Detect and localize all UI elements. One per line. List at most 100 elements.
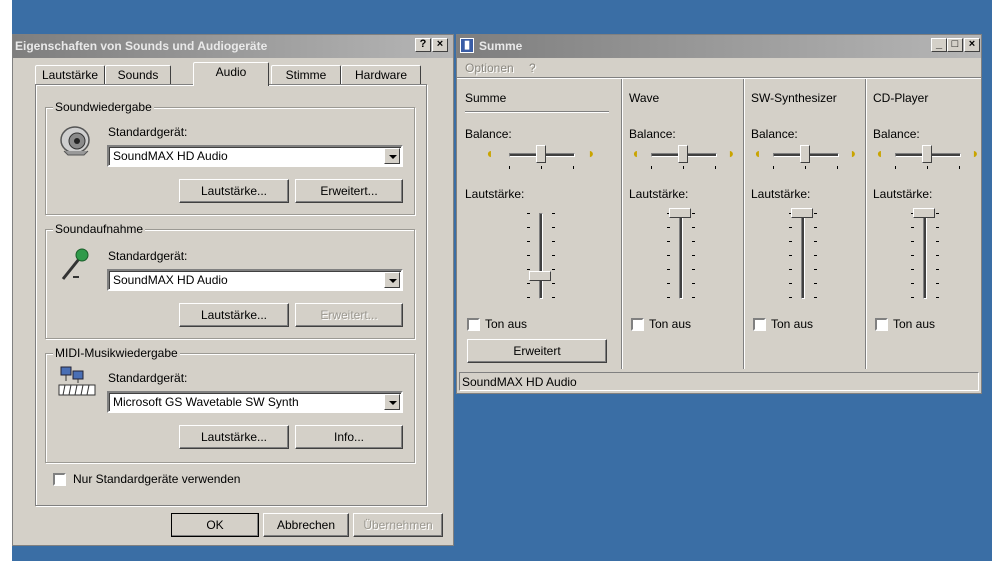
midi-info-button[interactable]: Info... [295, 425, 403, 449]
menu-separator [457, 77, 981, 79]
tab-lautstaerke[interactable]: Lautstärke [35, 65, 105, 85]
balance-label: Balance: [873, 127, 920, 141]
volume-tick [936, 297, 939, 298]
volume-tick [552, 213, 555, 214]
tab-sounds[interactable]: Sounds [105, 65, 171, 85]
left-speaker-icon: ◖ [485, 145, 494, 161]
chevron-down-icon[interactable] [384, 272, 400, 288]
balance-label: Balance: [465, 127, 512, 141]
volume-tick [911, 255, 914, 256]
dialog-title-bar[interactable]: Eigenschaften von Sounds und Audiogeräte… [13, 35, 453, 58]
volume-tick [552, 241, 555, 242]
minimize-button[interactable]: _ [931, 38, 947, 52]
volume-tick [814, 297, 817, 298]
volume-slider[interactable] [913, 208, 935, 218]
balance-slider[interactable] [678, 145, 688, 163]
mute-label: Ton aus [893, 317, 936, 331]
mixer-title-bar[interactable]: ▮ Summe _ □ × [457, 35, 981, 58]
chevron-down-icon[interactable] [384, 394, 400, 410]
volume-tick [667, 297, 670, 298]
volume-track [801, 213, 805, 299]
right-speaker-icon: ◗ [587, 145, 596, 161]
mixer-app-icon: ▮ [460, 38, 474, 53]
volume-tick [552, 269, 555, 270]
volume-tick [936, 227, 939, 228]
mixer-advanced-button[interactable]: Erweitert [467, 339, 607, 363]
volume-tick [789, 283, 792, 284]
cancel-button[interactable]: Abbrechen [263, 513, 349, 537]
volume-tick [911, 297, 914, 298]
only-default-label: Nur Standardgeräte verwenden [73, 472, 241, 486]
mute-checkbox[interactable] [467, 318, 480, 331]
balance-slider[interactable] [922, 145, 932, 163]
recording-device-value: SoundMAX HD Audio [113, 273, 228, 287]
volume-tick [789, 269, 792, 270]
mute-checkbox[interactable] [875, 318, 888, 331]
balance-slider[interactable] [536, 145, 546, 163]
volume-tick [552, 297, 555, 298]
midi-device-select[interactable]: Microsoft GS Wavetable SW Synth [107, 391, 403, 413]
volume-tick [667, 283, 670, 284]
volume-slider[interactable] [529, 271, 551, 281]
dialog-title: Eigenschaften von Sounds und Audiogeräte [15, 39, 268, 53]
volume-tick [692, 227, 695, 228]
tab-stimme[interactable]: Stimme [271, 65, 341, 85]
balance-slider[interactable] [800, 145, 810, 163]
left-speaker-icon: ◖ [753, 145, 762, 161]
channel-name: SW-Synthesizer [751, 91, 837, 105]
volume-label: Lautstärke: [629, 187, 689, 201]
volume-tick [814, 227, 817, 228]
volume-tick [911, 227, 914, 228]
recording-volume-button[interactable]: Lautstärke... [179, 303, 289, 327]
volume-tick [911, 283, 914, 284]
tab-hardware[interactable]: Hardware [341, 65, 421, 85]
mixer-title: Summe [479, 39, 523, 53]
playback-volume-button[interactable]: Lautstärke... [179, 179, 289, 203]
playback-advanced-button[interactable]: Erweitert... [295, 179, 403, 203]
mixer-status-bar: SoundMAX HD Audio [459, 372, 979, 391]
volume-tick [789, 227, 792, 228]
mute-checkbox[interactable] [631, 318, 644, 331]
menu-options[interactable]: Optionen [465, 61, 514, 75]
balance-tick [927, 166, 928, 169]
left-speaker-icon: ◖ [875, 145, 884, 161]
only-default-checkbox[interactable] [53, 473, 66, 486]
tab-audio[interactable]: Audio [193, 62, 269, 86]
volume-tick [936, 255, 939, 256]
balance-tick [959, 166, 960, 169]
volume-tick [789, 255, 792, 256]
recording-device-select[interactable]: SoundMAX HD Audio [107, 269, 403, 291]
volume-label: Lautstärke: [465, 187, 525, 201]
mute-label: Ton aus [649, 317, 692, 331]
volume-tick [552, 255, 555, 256]
channel-separator [621, 79, 623, 369]
volume-slider[interactable] [791, 208, 813, 218]
mute-checkbox[interactable] [753, 318, 766, 331]
close-button[interactable]: × [964, 38, 980, 52]
help-button[interactable]: ? [415, 38, 431, 52]
close-button[interactable]: × [432, 38, 448, 52]
volume-tick [527, 255, 530, 256]
volume-label: Lautstärke: [873, 187, 933, 201]
volume-tick [911, 269, 914, 270]
volume-tick [814, 283, 817, 284]
channel-separator [865, 79, 867, 369]
menu-help[interactable]: ? [529, 61, 536, 75]
channel-name: Wave [629, 91, 660, 105]
volume-tick [936, 213, 939, 214]
ok-button[interactable]: OK [171, 513, 259, 537]
midi-volume-button[interactable]: Lautstärke... [179, 425, 289, 449]
channel-name: CD-Player [873, 91, 929, 105]
volume-tick [667, 269, 670, 270]
balance-label: Balance: [751, 127, 798, 141]
volume-tick [936, 269, 939, 270]
volume-tick [814, 213, 817, 214]
volume-slider[interactable] [669, 208, 691, 218]
volume-tick [789, 297, 792, 298]
maximize-button[interactable]: □ [947, 38, 963, 52]
chevron-down-icon[interactable] [384, 148, 400, 164]
speaker-icon [60, 126, 90, 156]
balance-label: Balance: [629, 127, 676, 141]
volume-label: Lautstärke: [751, 187, 811, 201]
playback-device-select[interactable]: SoundMAX HD Audio [107, 145, 403, 167]
